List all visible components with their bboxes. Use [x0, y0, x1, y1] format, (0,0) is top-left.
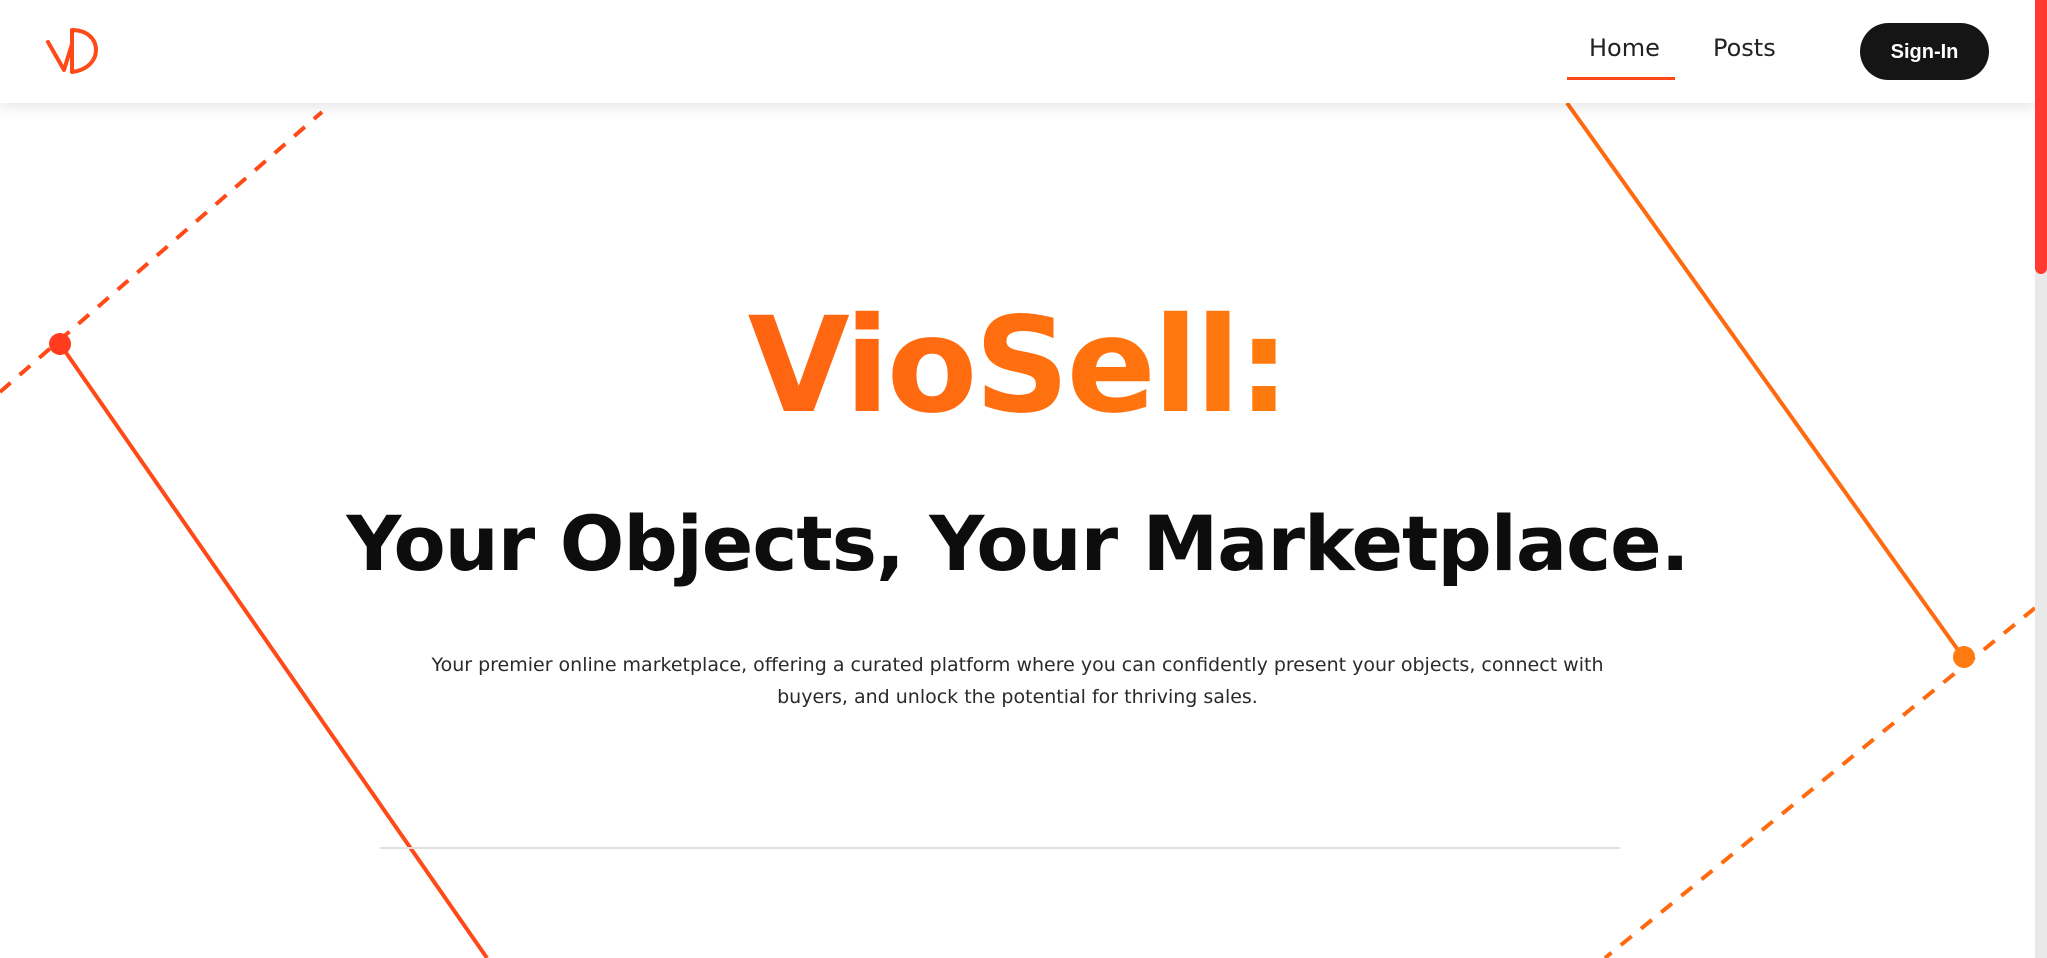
brand-title: VioSell:: [0, 291, 2035, 441]
section-divider: [380, 847, 1620, 849]
vd-monogram-logo-icon[interactable]: [44, 26, 100, 76]
sign-in-button[interactable]: Sign-In: [1860, 23, 1989, 80]
page: Home Posts Sign-In VioSell: Your Objects…: [0, 0, 2047, 958]
nav-link-posts[interactable]: Posts: [1713, 34, 1776, 62]
hero-section: VioSell: Your Objects, Your Marketplace.…: [0, 103, 2035, 958]
hero-tagline: Your Objects, Your Marketplace.: [346, 499, 1689, 588]
nav-link-home[interactable]: Home: [1589, 34, 1660, 62]
scrollbar-thumb[interactable]: [2035, 0, 2047, 274]
nav-active-underline: [1567, 77, 1675, 80]
top-navbar: Home Posts Sign-In: [0, 0, 2035, 103]
hero-description: Your premier online marketplace, offerin…: [431, 654, 1604, 708]
